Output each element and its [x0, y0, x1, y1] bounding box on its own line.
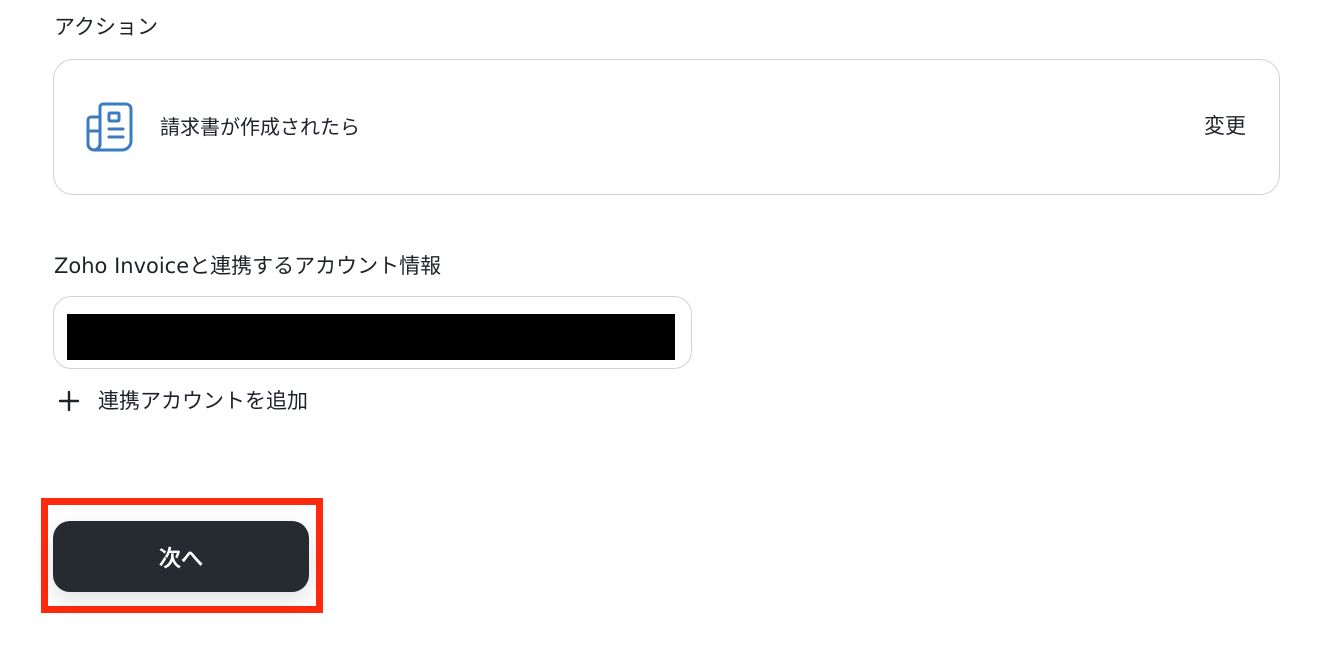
action-card: 請求書が作成されたら 変更	[53, 59, 1280, 195]
next-button[interactable]: 次へ	[53, 521, 309, 592]
form-page: アクション 請求書が作成されたら 変更 Zoho Invoiceと連携するアカウ…	[0, 0, 1338, 656]
account-section-label: Zoho Invoiceと連携するアカウント情報	[54, 254, 442, 278]
redacted-account-value	[67, 314, 675, 360]
action-section-label: アクション	[54, 15, 158, 39]
invoice-document-icon	[86, 102, 133, 152]
account-select[interactable]	[53, 296, 692, 369]
add-account-button[interactable]: 連携アカウントを追加	[57, 386, 308, 416]
plus-icon	[58, 390, 80, 412]
action-title: 請求書が作成されたら	[160, 115, 360, 139]
add-account-label: 連携アカウントを追加	[98, 388, 308, 413]
change-button[interactable]: 変更	[1204, 116, 1246, 137]
